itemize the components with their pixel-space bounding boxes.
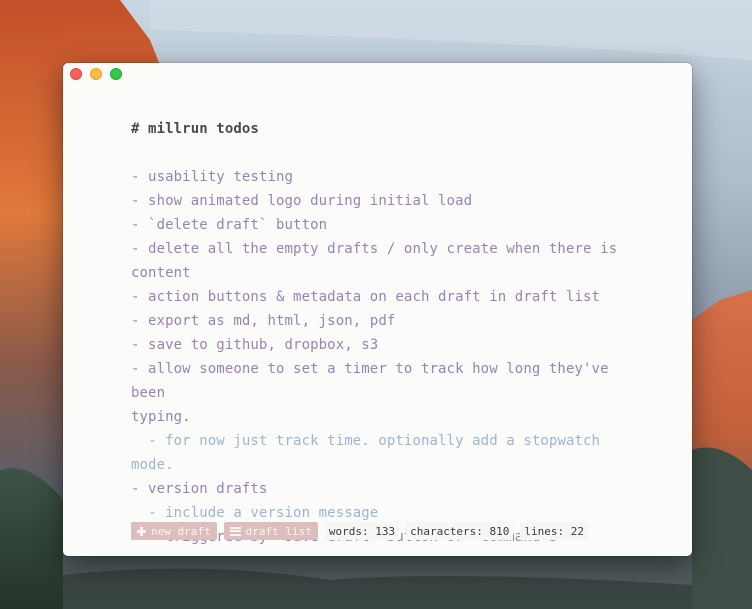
editor-line: - `delete draft` button xyxy=(131,217,328,233)
document-heading: # millrun todos xyxy=(131,121,259,137)
editor-line: typing. xyxy=(131,409,191,425)
editor-line: - export as md, html, json, pdf xyxy=(131,313,396,329)
list-icon xyxy=(229,526,241,536)
editor-line: - allow someone to set a timer to track … xyxy=(131,361,618,401)
window-controls xyxy=(70,68,122,80)
new-draft-button[interactable]: new draft xyxy=(131,522,217,540)
draft-list-button[interactable]: draft list xyxy=(223,522,318,540)
editor-line: - usability testing xyxy=(131,169,294,185)
editor-line: - show animated logo during initial load xyxy=(131,193,473,209)
editor-line: content xyxy=(131,265,191,281)
zoom-window-button[interactable] xyxy=(110,68,122,80)
character-count: characters: 810 xyxy=(406,522,514,540)
markdown-editor[interactable]: # millrun todos - usability testing - show… xyxy=(131,117,631,549)
editor-line: - for now just track time. optionally ad… xyxy=(131,433,609,473)
new-draft-label: new draft xyxy=(151,524,211,538)
editor-window: # millrun todos - usability testing - show… xyxy=(63,63,692,556)
editor-line: - save to github, dropbox, s3 xyxy=(131,337,379,353)
word-count: words: 133 xyxy=(324,522,400,540)
editor-line: - action buttons & metadata on each draf… xyxy=(131,289,601,305)
close-window-button[interactable] xyxy=(70,68,82,80)
status-footer: new draft draft list words: 133 characte… xyxy=(131,522,589,540)
line-count: lines: 22 xyxy=(520,522,589,540)
editor-line: - delete all the empty drafts / only cre… xyxy=(131,241,618,257)
minimize-window-button[interactable] xyxy=(90,68,102,80)
plus-icon xyxy=(137,526,146,536)
draft-list-label: draft list xyxy=(245,524,312,538)
editor-line: - version drafts xyxy=(131,481,268,497)
